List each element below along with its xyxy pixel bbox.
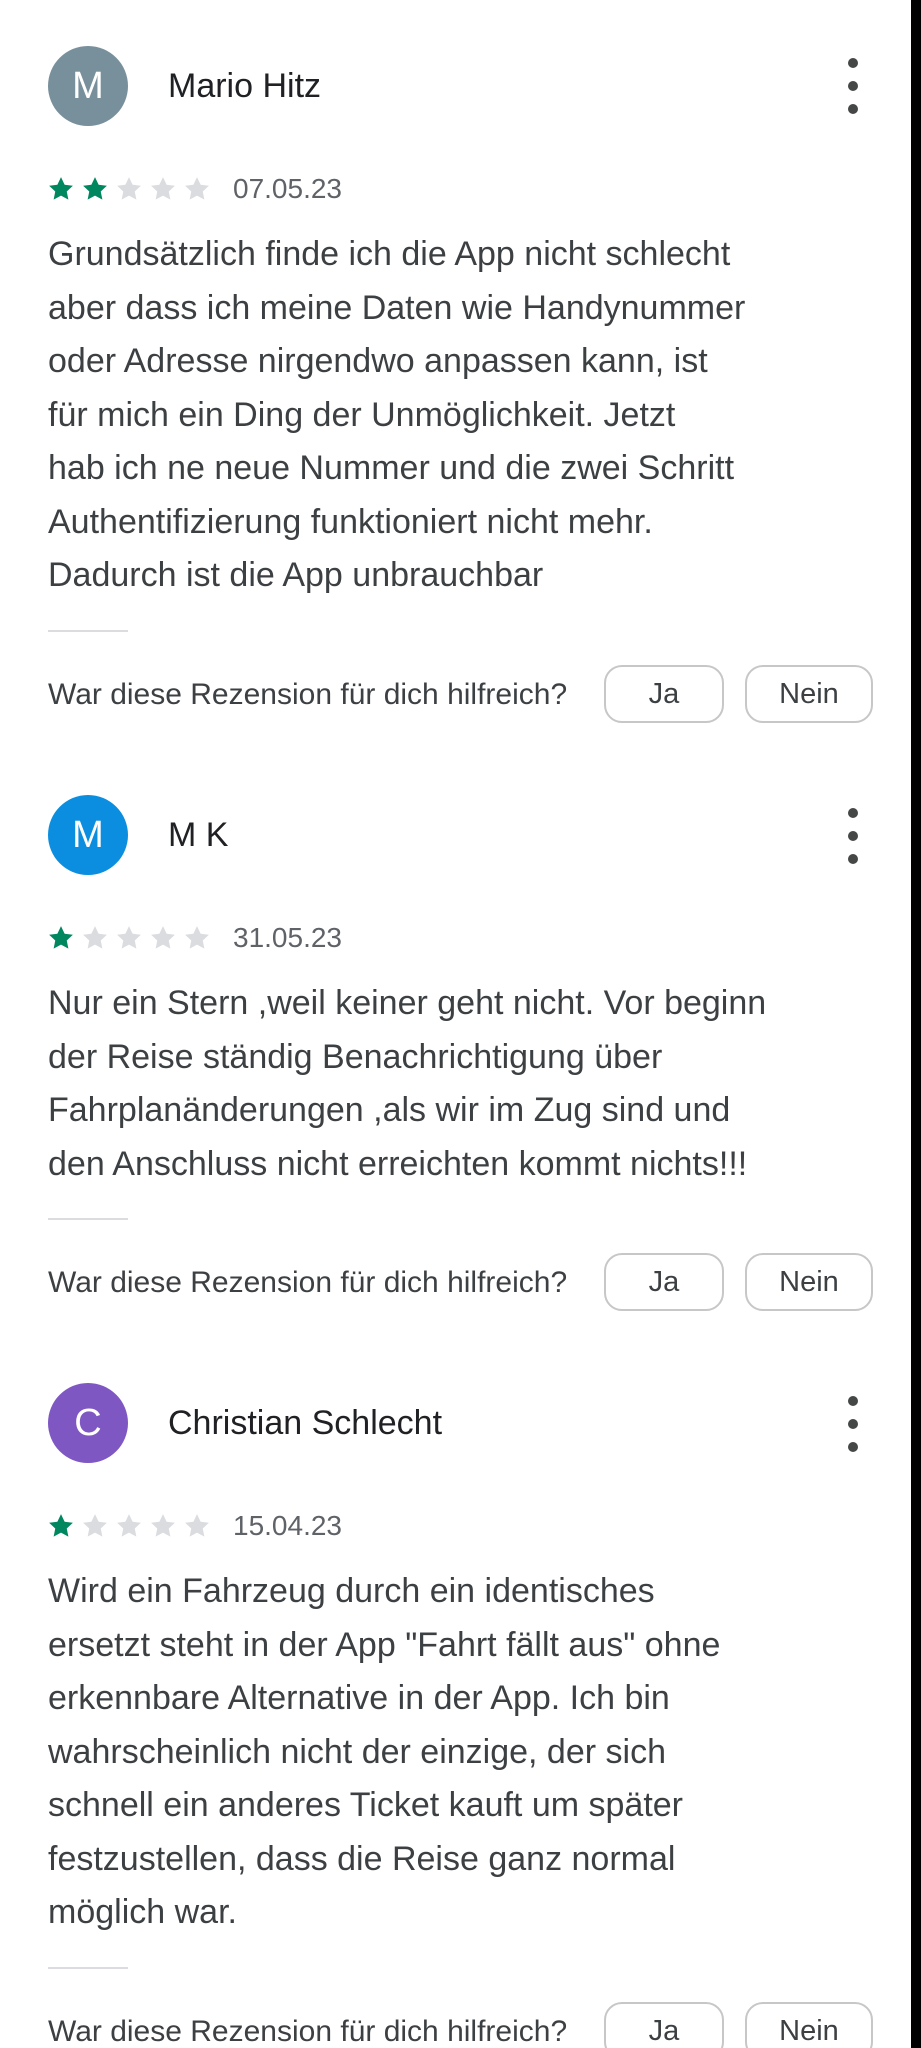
avatar: M — [48, 795, 128, 875]
star-rating — [46, 923, 216, 953]
star-rating — [46, 174, 216, 204]
helpful-question: War diese Rezension für dich hilfreich? — [48, 678, 568, 711]
more-vert-icon[interactable] — [838, 1396, 868, 1452]
star-icon — [49, 177, 73, 200]
reviewer-name: Christian Schlecht — [168, 1404, 443, 1442]
review-text: Nur ein Stern ,weil keiner geht nicht. V… — [48, 984, 767, 1183]
avatar: M — [48, 46, 128, 126]
helpful-question: War diese Rezension für dich hilfreich? — [48, 2015, 568, 2048]
star-icon — [117, 177, 141, 200]
star-icon — [83, 177, 107, 200]
star-rating — [46, 1511, 216, 1541]
review-date: 15.04.23 — [233, 1510, 342, 1541]
helpful-yes-button[interactable]: Ja — [604, 1253, 724, 1311]
helpful-no-button[interactable]: Nein — [745, 2002, 873, 2048]
helpful-no-button[interactable]: Nein — [745, 665, 873, 723]
reviewer-name: Mario Hitz — [168, 67, 322, 105]
helpful-yes-button[interactable]: Ja — [604, 665, 724, 723]
star-icon — [117, 926, 141, 949]
star-icon — [49, 926, 73, 949]
star-icon — [151, 926, 175, 949]
star-icon — [151, 1514, 175, 1537]
review-date: 31.05.23 — [233, 922, 342, 953]
star-icon — [185, 177, 209, 200]
reviews-list: M Mario Hitz 07.05.23 Grundsätzlich find… — [0, 0, 911, 2048]
divider — [48, 1218, 128, 1220]
divider — [48, 1967, 128, 1969]
star-icon — [49, 1514, 73, 1537]
star-icon — [151, 177, 175, 200]
star-icon — [83, 926, 107, 949]
divider — [48, 630, 128, 632]
helpful-yes-button[interactable]: Ja — [604, 2002, 724, 2048]
review-text: Grundsätzlich finde ich die App nicht sc… — [48, 235, 746, 594]
star-icon — [185, 1514, 209, 1537]
more-vert-icon[interactable] — [838, 58, 868, 114]
helpful-question: War diese Rezension für dich hilfreich? — [48, 1266, 568, 1299]
star-icon — [117, 1514, 141, 1537]
reviewer-name: M K — [168, 816, 229, 854]
more-vert-icon[interactable] — [838, 808, 868, 864]
star-icon — [83, 1514, 107, 1537]
review-date: 07.05.23 — [233, 173, 342, 204]
avatar: C — [48, 1383, 128, 1463]
star-icon — [185, 926, 209, 949]
helpful-no-button[interactable]: Nein — [745, 1253, 873, 1311]
review-text: Wird ein Fahrzeug durch ein identisches … — [48, 1572, 721, 1931]
